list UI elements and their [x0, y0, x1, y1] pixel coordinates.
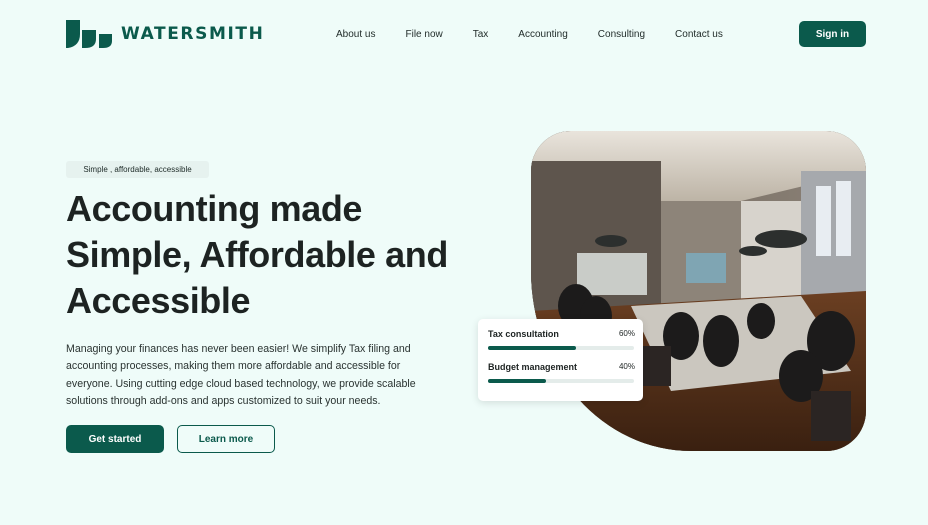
- nav-item-accounting[interactable]: Accounting: [518, 29, 567, 40]
- main-nav: About us File now Tax Accounting Consult…: [336, 29, 723, 40]
- stat-tax-consultation: Tax consultation 60%: [488, 329, 635, 350]
- hero-description: Managing your finances has never been ea…: [66, 343, 416, 407]
- office-meeting-image: [531, 131, 866, 451]
- nav-item-tax[interactable]: Tax: [473, 29, 489, 40]
- stat-label: Budget management: [488, 362, 578, 372]
- hero-office-photo: [531, 131, 866, 451]
- nav-item-about-us[interactable]: About us: [336, 29, 375, 40]
- progress-fill: [488, 346, 576, 350]
- brand-logo[interactable]: WATERSMITH: [66, 20, 264, 48]
- stat-budget-management: Budget management 40%: [488, 362, 635, 383]
- progress-fill: [488, 379, 547, 383]
- stat-percent: 60%: [618, 329, 635, 338]
- watersmith-logo-icon: [66, 20, 112, 48]
- headline-line-2: Simple, Affordable and: [66, 234, 448, 275]
- progress-track: [488, 379, 634, 383]
- progress-track: [488, 346, 634, 350]
- stat-percent: 40%: [618, 362, 635, 371]
- headline-line-1: Accounting made: [66, 188, 363, 229]
- nav-item-consulting[interactable]: Consulting: [598, 29, 645, 40]
- headline-line-3: Accessible: [66, 280, 251, 321]
- hero-headline: Accounting made Simple, Affordable and A…: [66, 186, 486, 324]
- progress-card: Tax consultation 60% Budget management 4…: [478, 319, 643, 401]
- get-started-button[interactable]: Get started: [66, 425, 164, 453]
- learn-more-button[interactable]: Learn more: [177, 425, 275, 453]
- stat-label: Tax consultation: [488, 329, 559, 339]
- nav-item-contact-us[interactable]: Contact us: [675, 29, 723, 40]
- brand-name: WATERSMITH: [121, 24, 265, 44]
- sign-in-button[interactable]: Sign in: [799, 21, 866, 47]
- nav-item-file-now[interactable]: File now: [405, 29, 442, 40]
- tagline-badge: Simple , affordable, accessible: [66, 161, 209, 178]
